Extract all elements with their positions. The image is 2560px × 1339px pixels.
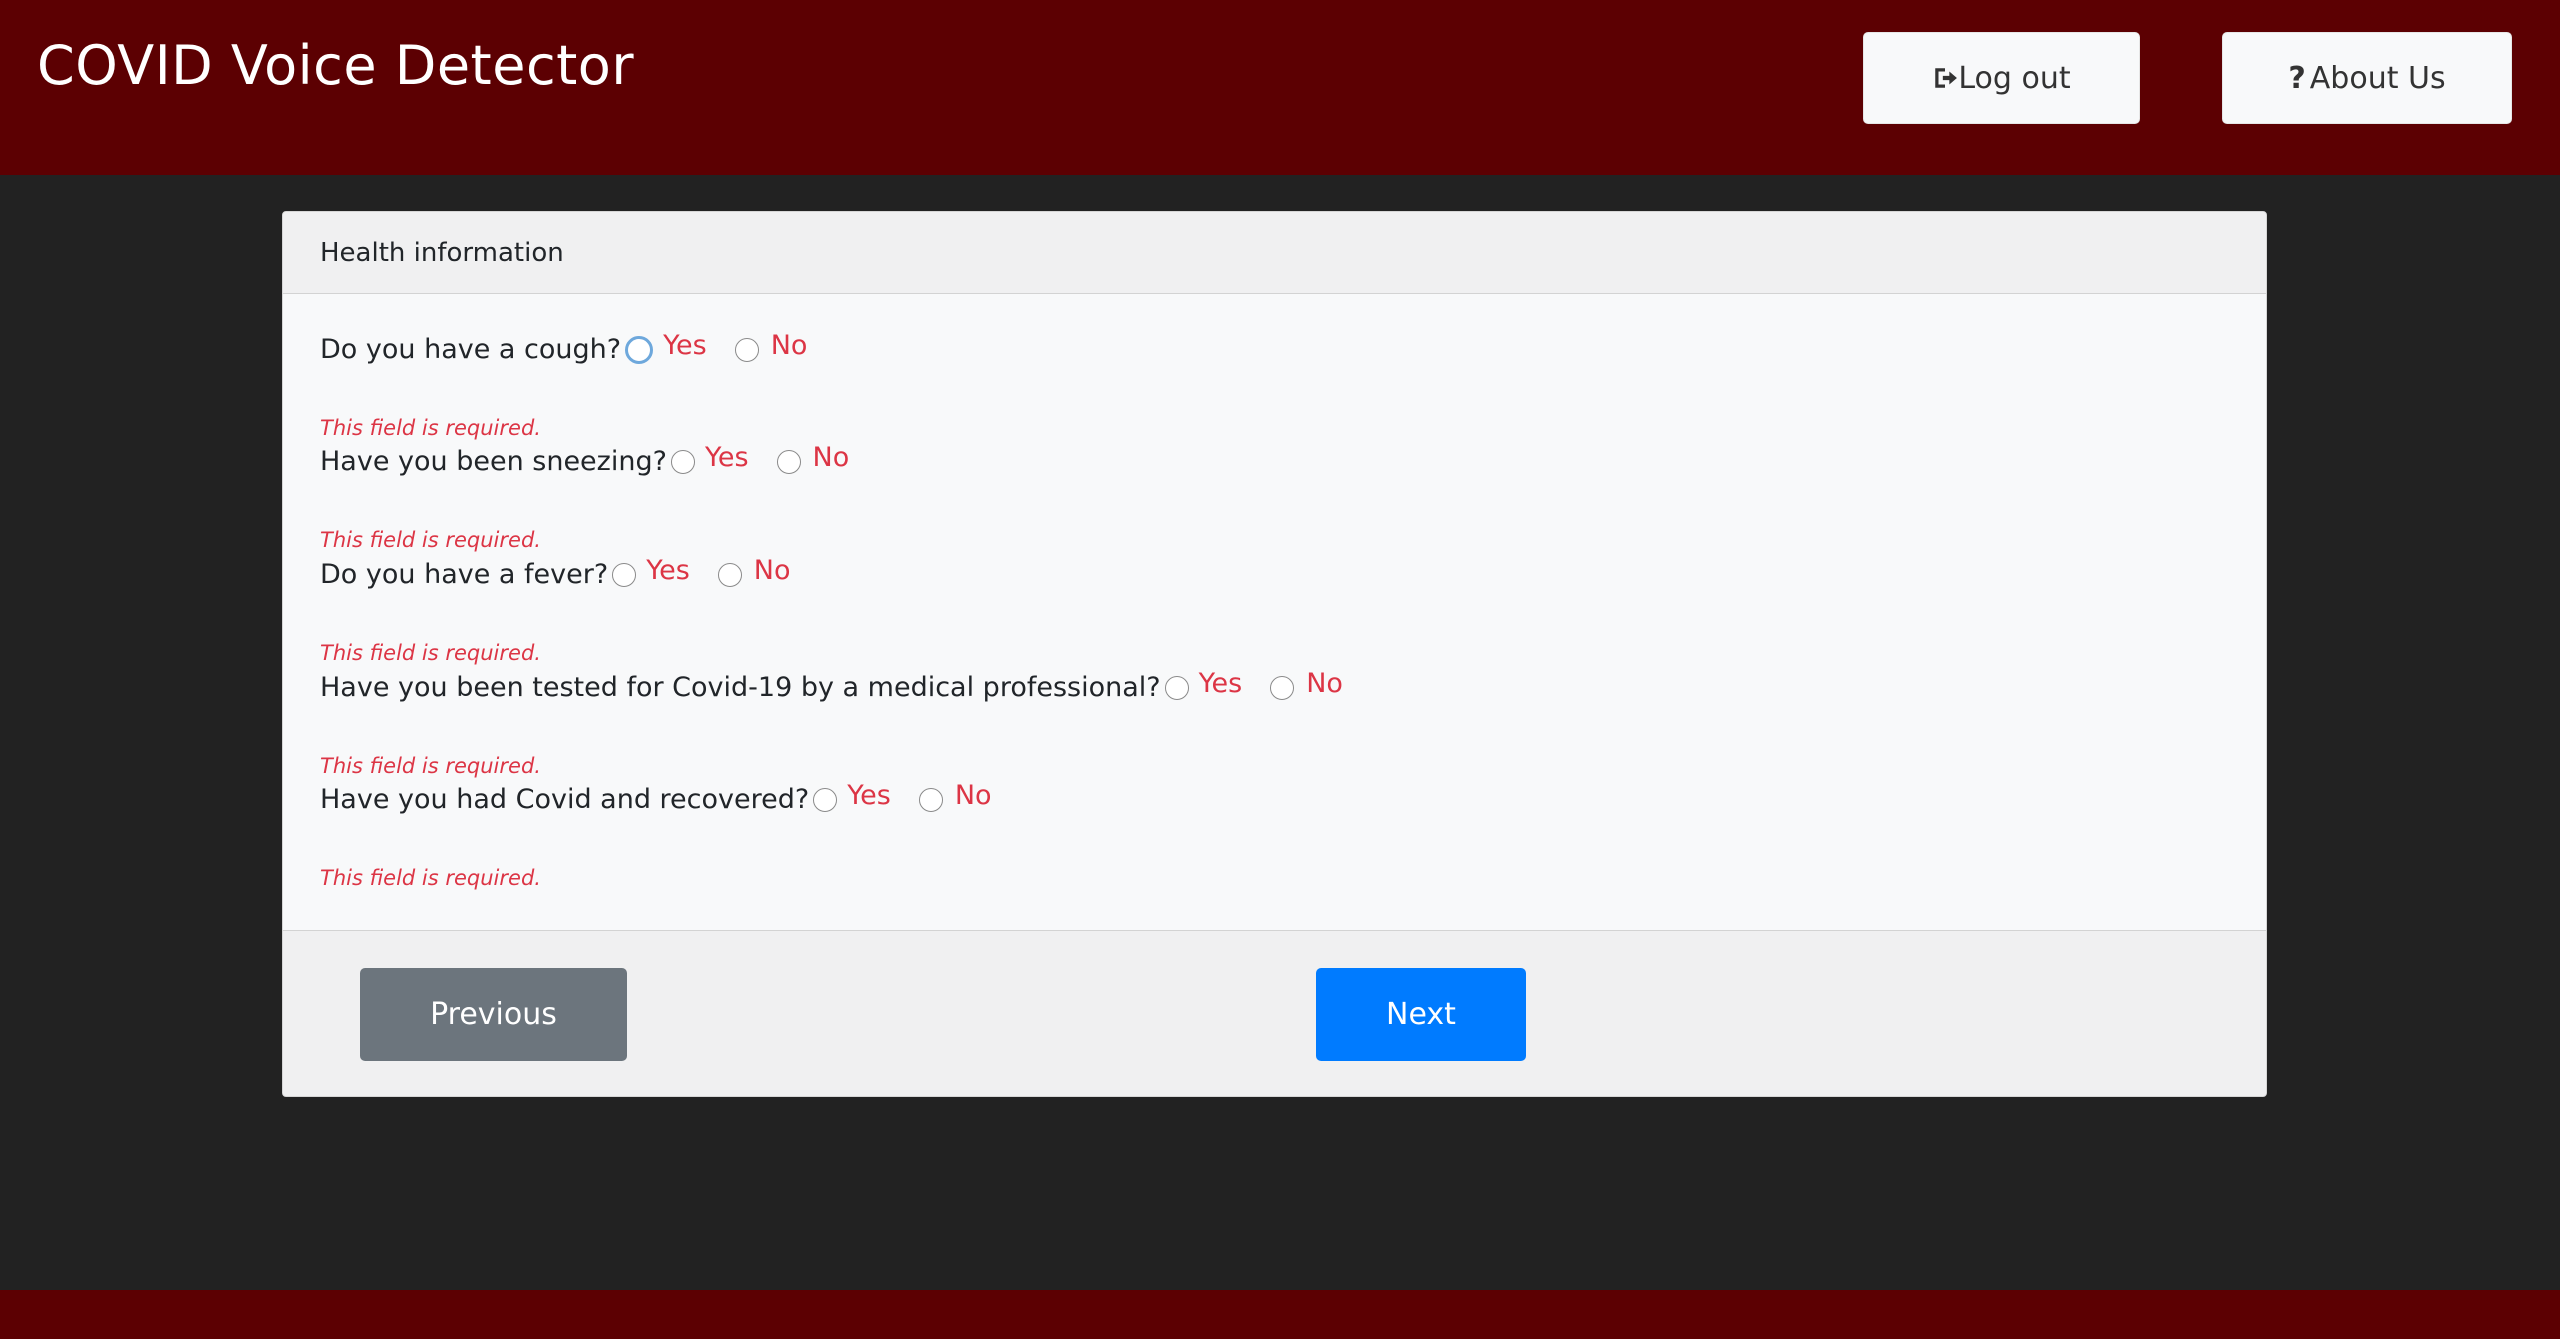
sneezing-no-label[interactable]: No	[813, 442, 850, 473]
card-title: Health information	[283, 212, 2266, 294]
questions-form: Do you have a cough? Yes No This field i…	[283, 294, 2266, 928]
page-footer	[0, 1290, 2560, 1339]
recovered-yes-label[interactable]: Yes	[847, 780, 891, 811]
cough-error: This field is required.	[320, 416, 541, 440]
app-header: COVID Voice Detector Log out ? About Us	[0, 0, 2560, 175]
fever-yes-radio[interactable]	[612, 562, 637, 587]
previous-button[interactable]: Previous	[360, 968, 627, 1061]
recovered-no-radio[interactable]	[918, 787, 943, 812]
question-recovered: Have you had Covid and recovered? Yes No	[320, 780, 1016, 815]
cough-yes-label[interactable]: Yes	[663, 330, 707, 361]
fever-no-radio[interactable]	[717, 562, 742, 587]
recovered-error: This field is required.	[320, 866, 541, 890]
fever-no-label[interactable]: No	[754, 555, 791, 586]
cough-no-radio[interactable]	[734, 337, 759, 362]
tested-yes-label[interactable]: Yes	[1199, 668, 1243, 699]
sneezing-no-radio[interactable]	[776, 449, 801, 474]
recovered-yes-radio[interactable]	[813, 787, 838, 812]
tested-error: This field is required.	[320, 754, 541, 778]
recovered-no-label[interactable]: No	[955, 780, 992, 811]
tested-no-radio[interactable]	[1270, 675, 1295, 700]
about-us-label: About Us	[2309, 60, 2446, 96]
sneezing-yes-radio[interactable]	[670, 449, 695, 474]
fever-yes-label[interactable]: Yes	[646, 555, 690, 586]
question-label: Do you have a fever?	[320, 559, 609, 590]
question-icon: ?	[2288, 60, 2306, 96]
question-tested: Have you been tested for Covid-19 by a m…	[320, 668, 1367, 703]
next-button[interactable]: Next	[1316, 968, 1526, 1061]
about-us-button[interactable]: ? About Us	[2222, 32, 2512, 124]
question-sneezing: Have you been sneezing? Yes No	[320, 442, 873, 477]
cough-yes-radio[interactable]	[625, 335, 654, 364]
health-info-card: Health information Do you have a cough? …	[282, 211, 2267, 1097]
app-title: COVID Voice Detector	[37, 34, 635, 97]
card-footer: Previous Next	[283, 930, 2266, 1096]
question-label: Have you been tested for Covid-19 by a m…	[320, 672, 1161, 703]
question-fever: Do you have a fever? Yes No	[320, 555, 815, 590]
question-cough: Do you have a cough? Yes No	[320, 330, 831, 365]
logout-label: Log out	[1958, 60, 2071, 96]
sign-out-icon	[1935, 68, 1958, 88]
question-label: Have you had Covid and recovered?	[320, 784, 810, 815]
tested-yes-radio[interactable]	[1164, 675, 1189, 700]
question-label: Do you have a cough?	[320, 334, 622, 365]
fever-error: This field is required.	[320, 641, 541, 665]
question-label: Have you been sneezing?	[320, 446, 667, 477]
tested-no-label[interactable]: No	[1306, 668, 1343, 699]
sneezing-error: This field is required.	[320, 528, 541, 552]
logout-button[interactable]: Log out	[1863, 32, 2140, 124]
cough-no-label[interactable]: No	[771, 330, 808, 361]
sneezing-yes-label[interactable]: Yes	[705, 442, 749, 473]
